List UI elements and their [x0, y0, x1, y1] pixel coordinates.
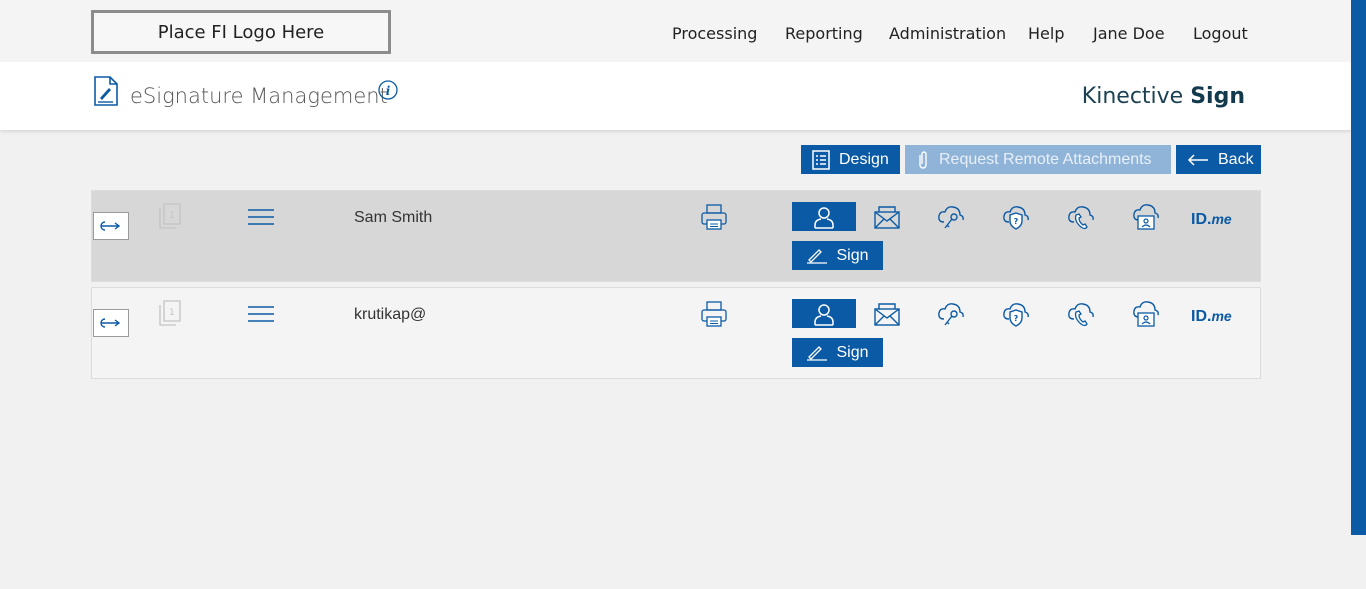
svg-text:1: 1 — [169, 211, 175, 221]
route-button[interactable] — [93, 212, 129, 240]
main-nav: Processing Reporting Administration Help… — [0, 24, 1351, 44]
pen-icon — [807, 248, 828, 264]
page-number-icon: 1 — [159, 203, 181, 229]
user-icon — [814, 303, 834, 326]
checklist-icon — [812, 149, 830, 170]
route-button[interactable] — [93, 309, 129, 337]
nav-user[interactable]: Jane Doe — [1093, 24, 1165, 43]
nav-help[interactable]: Help — [1028, 24, 1064, 43]
hamburger-menu-icon[interactable] — [247, 208, 275, 226]
design-button[interactable]: Design — [801, 145, 900, 174]
signer-row[interactable]: 1 krutikap@ ? ID.me Sign — [91, 287, 1261, 379]
nav-logout[interactable]: Logout — [1193, 24, 1248, 43]
vertical-scrollbar[interactable] — [1351, 0, 1366, 535]
sign-button-label: Sign — [836, 343, 869, 361]
kinective-sign-brand: Kinective Sign — [1081, 84, 1245, 109]
cloud-phone-icon[interactable] — [1066, 203, 1096, 231]
svg-text:i: i — [386, 84, 391, 98]
cloud-key-icon[interactable] — [936, 300, 966, 328]
user-icon — [814, 206, 834, 229]
design-button-label: Design — [839, 150, 889, 168]
printer-icon[interactable] — [700, 203, 728, 231]
nav-processing[interactable]: Processing — [672, 24, 757, 43]
sign-button-label: Sign — [836, 246, 869, 264]
idme-auth-button[interactable]: ID.me — [1191, 308, 1232, 326]
printer-icon[interactable] — [700, 300, 728, 328]
signer-name: krutikap@ — [354, 306, 427, 323]
info-icon[interactable]: i — [378, 80, 398, 100]
svg-text:?: ? — [1014, 314, 1019, 323]
back-button-label: Back — [1218, 150, 1254, 168]
request-remote-attachments-button[interactable]: Request Remote Attachments — [905, 145, 1171, 174]
arrow-left-icon — [1187, 153, 1208, 166]
svg-text:1: 1 — [169, 308, 175, 318]
cloud-id-card-icon[interactable] — [1131, 300, 1161, 328]
cloud-id-card-icon[interactable] — [1131, 203, 1161, 231]
cloud-question-icon[interactable]: ? — [1001, 300, 1031, 328]
signer-row[interactable]: 1 Sam Smith ? ID.me Sign — [91, 190, 1261, 282]
in-person-auth-button[interactable] — [792, 202, 856, 231]
email-auth-icon[interactable] — [872, 203, 902, 231]
signer-name: Sam Smith — [354, 209, 433, 226]
pen-icon — [807, 345, 828, 361]
page-number-icon: 1 — [159, 300, 181, 326]
cloud-phone-icon[interactable] — [1066, 300, 1096, 328]
route-arrow-icon — [100, 221, 121, 231]
sign-button[interactable]: Sign — [792, 338, 883, 367]
back-button[interactable]: Back — [1176, 145, 1261, 174]
request-remote-attachments-label: Request Remote Attachments — [939, 150, 1152, 168]
sign-button[interactable]: Sign — [792, 241, 883, 270]
nav-reporting[interactable]: Reporting — [785, 24, 863, 43]
paperclip-icon — [919, 150, 927, 169]
cloud-question-icon[interactable]: ? — [1001, 203, 1031, 231]
email-auth-icon[interactable] — [872, 300, 902, 328]
in-person-auth-button[interactable] — [792, 299, 856, 328]
esignature-document-icon — [94, 76, 118, 106]
nav-administration[interactable]: Administration — [889, 24, 1006, 43]
hamburger-menu-icon[interactable] — [247, 305, 275, 323]
page-title: eSignature Management — [130, 84, 388, 108]
route-arrow-icon — [100, 318, 121, 328]
cloud-key-icon[interactable] — [936, 203, 966, 231]
idme-auth-button[interactable]: ID.me — [1191, 211, 1232, 229]
svg-text:?: ? — [1014, 217, 1019, 226]
